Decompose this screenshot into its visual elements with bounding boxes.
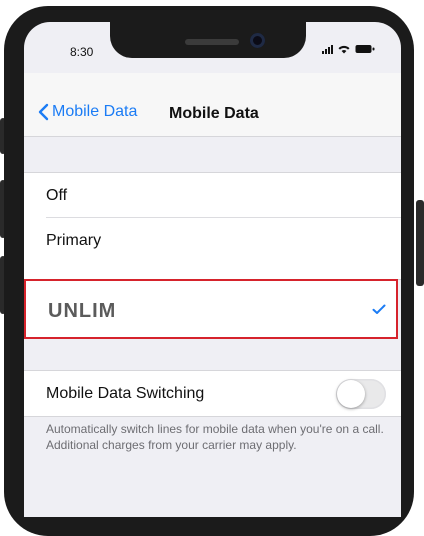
status-icons [322, 44, 375, 54]
list-item-unlim[interactable]: UNLIM [24, 279, 398, 339]
back-button[interactable]: Mobile Data [38, 103, 137, 121]
front-camera [250, 33, 265, 48]
wifi-icon [338, 45, 350, 54]
list-item-off[interactable]: Off [24, 173, 401, 218]
power-button [416, 200, 424, 286]
list-item-label: Off [46, 187, 68, 204]
speaker-grille [185, 39, 239, 45]
chevron-left-icon [38, 103, 49, 121]
line-options-list: Off Primary [24, 172, 401, 280]
toggle-knob [337, 380, 365, 408]
cellular-signal-icon [322, 44, 333, 54]
switching-group: Mobile Data Switching [24, 370, 401, 417]
page-title: Mobile Data [169, 105, 259, 122]
checkmark-icon [372, 304, 386, 314]
list-item-label: UNLIM [48, 300, 117, 322]
switching-footnote: Automatically switch lines for mobile da… [46, 422, 384, 452]
back-label: Mobile Data [52, 103, 138, 120]
mobile-data-switching-toggle[interactable] [336, 379, 386, 409]
list-item-label: Primary [46, 232, 102, 249]
navigation-bar: Mobile Data Mobile Data [24, 73, 401, 137]
battery-icon [355, 45, 375, 53]
switching-row: Mobile Data Switching [24, 371, 401, 416]
status-time: 8:30 [70, 45, 94, 59]
switching-label: Mobile Data Switching [46, 385, 205, 402]
list-item-primary[interactable]: Primary [24, 218, 401, 263]
